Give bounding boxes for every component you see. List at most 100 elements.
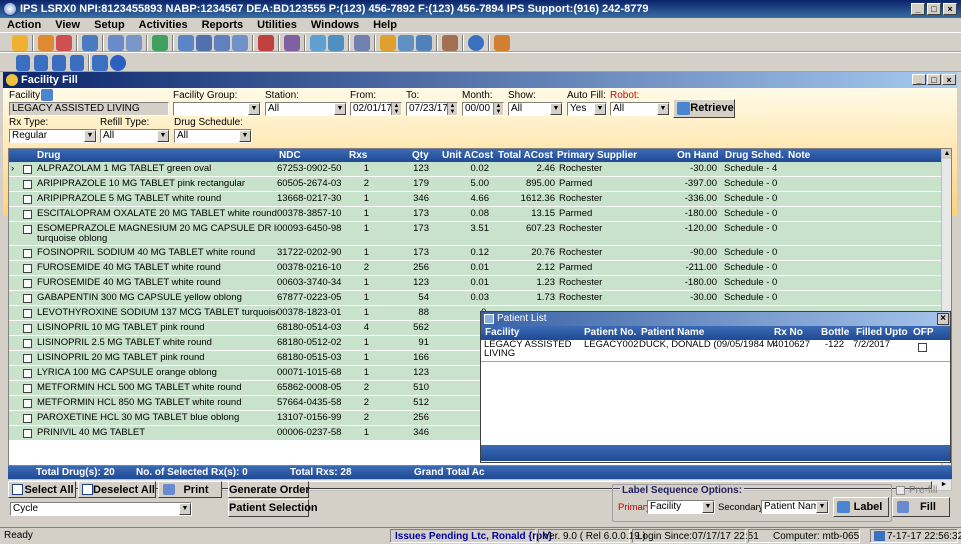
menu-windows[interactable]: Windows (304, 18, 366, 32)
chevron-down-icon[interactable]: ▼ (550, 103, 562, 115)
month-spinner-icon[interactable]: ▲ ▼ (493, 103, 503, 115)
col-total-acost[interactable]: Total ACost (498, 149, 553, 162)
child-close-button[interactable]: × (942, 74, 956, 85)
pl-ofp-checkbox[interactable] (918, 343, 927, 352)
table-row[interactable]: FUROSEMIDE 40 MG TABLET white round 00603… (9, 276, 941, 291)
row-checkbox[interactable] (23, 249, 32, 258)
label-button[interactable]: Label (833, 497, 889, 517)
chevron-down-icon[interactable]: ▼ (157, 130, 169, 142)
cycle-select[interactable]: Cycle ▼ (10, 502, 192, 516)
robot-select[interactable]: All ▼ (610, 102, 670, 116)
table-row[interactable]: ARIPIPRAZOLE 5 MG TABLET white round 1366… (9, 192, 941, 207)
table-row[interactable]: › ALPRAZOLAM 1 MG TABLET green oval 67253-… (9, 162, 941, 177)
table-row[interactable]: ESOMEPRAZOLE MAGNESIUM 20 MG CAPSULE DR … (9, 222, 941, 246)
scroll-up-icon[interactable]: ▲ (942, 149, 951, 159)
rx-edit-icon[interactable] (108, 35, 124, 51)
fill-button[interactable]: Fill (892, 497, 950, 517)
menu-setup[interactable]: Setup (87, 18, 132, 32)
calendar-icon[interactable] (416, 35, 432, 51)
pl-col-rx-no[interactable]: Rx No (774, 326, 803, 339)
row-checkbox[interactable] (23, 165, 32, 174)
row-checkbox[interactable] (23, 210, 32, 219)
date-spinner-icon[interactable]: ▲ ▼ (447, 103, 457, 115)
row-checkbox[interactable] (23, 309, 32, 318)
menu-view[interactable]: View (48, 18, 87, 32)
batch-icon[interactable] (214, 35, 230, 51)
maximize-button[interactable]: □ (927, 3, 941, 15)
report-icon[interactable] (354, 35, 370, 51)
close-window-icon[interactable] (110, 55, 126, 71)
chart-icon[interactable] (398, 35, 414, 51)
facility-field[interactable]: LEGACY ASSISTED LIVING (9, 102, 169, 116)
rx-view-icon[interactable] (126, 35, 142, 51)
table-row[interactable]: FUROSEMIDE 40 MG TABLET white round 00378… (9, 261, 941, 276)
patient-selection-button[interactable]: Patient Selection (228, 499, 318, 517)
table-row[interactable]: ARIPIPRAZOLE 10 MG TABLET pink rectangul… (9, 177, 941, 192)
col-drug[interactable]: Drug (37, 149, 60, 162)
pl-col-bottle[interactable]: Bottle (821, 326, 849, 339)
station-select[interactable]: All ▼ (265, 102, 347, 116)
table-row[interactable]: ESCITALOPRAM OXALATE 20 MG TABLET white … (9, 207, 941, 222)
row-checkbox[interactable] (23, 324, 32, 333)
scroll-right-icon[interactable]: ► (939, 480, 949, 490)
autofill-select[interactable]: Yes ▼ (567, 102, 607, 116)
col-rxs[interactable]: Rxs (349, 149, 367, 162)
minimize-button[interactable]: _ (911, 3, 925, 15)
retrieve-button[interactable]: Retrieve (673, 99, 735, 118)
row-checkbox[interactable] (23, 369, 32, 378)
user-icon[interactable] (12, 35, 28, 51)
order-icon[interactable] (328, 35, 344, 51)
table-row[interactable]: FOSINOPRIL SODIUM 40 MG TABLET white rou… (9, 246, 941, 261)
pl-col-patient-name[interactable]: Patient Name (641, 326, 704, 339)
pl-col-ofp[interactable]: OFP (913, 326, 934, 339)
pl-col-filled-upto[interactable]: Filled Upto (856, 326, 908, 339)
exit-icon[interactable] (494, 35, 510, 51)
row-checkbox[interactable] (23, 414, 32, 423)
chevron-down-icon[interactable]: ▼ (594, 103, 606, 115)
row-checkbox[interactable] (23, 354, 32, 363)
last-record-icon[interactable] (70, 55, 84, 71)
chevron-down-icon[interactable]: ▼ (657, 103, 669, 115)
child-maximize-button[interactable]: □ (927, 74, 941, 85)
help-icon[interactable] (468, 35, 484, 51)
col-drug-sched[interactable]: Drug Sched. (725, 149, 784, 162)
previous-record-icon[interactable] (34, 55, 48, 71)
patients-icon[interactable] (38, 35, 54, 51)
window-icon[interactable] (442, 35, 458, 51)
col-ndc[interactable]: NDC (279, 149, 301, 162)
row-checkbox[interactable] (23, 339, 32, 348)
row-checkbox[interactable] (23, 195, 32, 204)
row-checkbox[interactable] (23, 264, 32, 273)
row-checkbox[interactable] (23, 429, 32, 438)
close-button[interactable]: × (943, 3, 957, 15)
row-checkbox[interactable] (23, 399, 32, 408)
search-icon[interactable] (284, 35, 300, 51)
col-on-hand[interactable]: On Hand (677, 149, 719, 162)
col-note[interactable]: Note (788, 149, 810, 162)
menu-help[interactable]: Help (366, 18, 404, 32)
refill-icon[interactable] (152, 35, 168, 51)
child-minimize-button[interactable]: _ (912, 74, 926, 85)
menu-action[interactable]: Action (0, 18, 48, 32)
row-checkbox[interactable] (23, 180, 32, 189)
prefill-checkbox[interactable] (896, 486, 905, 495)
doctor-icon[interactable] (82, 35, 98, 51)
from-date-field[interactable]: 02/01/17 ▲ ▼ (350, 102, 402, 116)
inventory-icon[interactable] (310, 35, 326, 51)
print-button[interactable]: Print (158, 481, 222, 498)
notes-icon[interactable] (380, 35, 396, 51)
cycle-icon[interactable] (232, 35, 248, 51)
table-row[interactable]: GABAPENTIN 300 MG CAPSULE yellow oblong 6… (9, 291, 941, 306)
deselect-all-button[interactable]: Deselect All (78, 481, 156, 498)
home-icon[interactable] (56, 35, 72, 51)
chevron-down-icon[interactable]: ▼ (179, 503, 191, 515)
secondary-select[interactable]: Patient Name ▼ (761, 500, 829, 514)
pl-col-patient-no[interactable]: Patient No. (584, 326, 636, 339)
facility-fill-icon[interactable] (196, 35, 212, 51)
menu-reports[interactable]: Reports (195, 18, 251, 32)
select-all-button[interactable]: Select All (8, 481, 76, 498)
chevron-down-icon[interactable]: ▼ (248, 103, 260, 115)
primary-select[interactable]: Facility ▼ (647, 500, 715, 514)
col-unit-acost[interactable]: Unit ACost (442, 149, 493, 162)
pl-col-facility[interactable]: Facility (485, 326, 519, 339)
